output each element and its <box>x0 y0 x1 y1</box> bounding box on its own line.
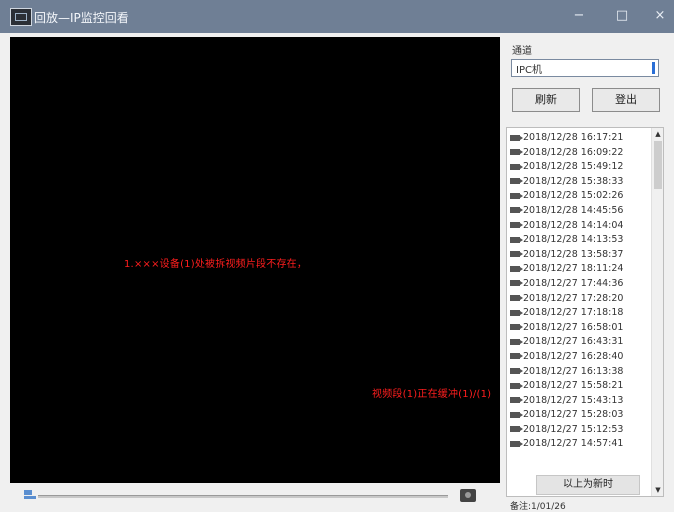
record-item[interactable]: 2018/12/28 15:02:26 <box>510 189 650 204</box>
video-record-icon <box>510 207 523 214</box>
right-panel: 通道 IPC机 刷新 登出 2018/12/28 16:17:21 2018/12… <box>506 37 666 512</box>
logout-button[interactable]: 登出 <box>592 88 660 112</box>
video-record-icon <box>510 134 523 141</box>
record-timestamp: 2018/12/28 14:14:04 <box>523 219 624 231</box>
record-timestamp: 2018/12/27 17:44:36 <box>523 277 624 289</box>
scroll-down-icon[interactable]: ▼ <box>654 486 662 494</box>
video-record-icon <box>510 411 523 418</box>
record-item[interactable]: 2018/12/27 17:44:36 <box>510 277 650 292</box>
record-timestamp: 2018/12/27 16:13:38 <box>523 365 624 377</box>
record-timestamp: 2018/12/27 15:12:53 <box>523 423 624 435</box>
load-more-button[interactable]: 以上为新时 <box>536 475 640 495</box>
record-item[interactable]: 2018/12/27 15:28:03 <box>510 408 650 423</box>
video-record-icon <box>510 178 523 185</box>
record-timestamp: 2018/12/28 15:38:33 <box>523 175 624 187</box>
record-timestamp: 2018/12/27 15:28:03 <box>523 409 624 421</box>
record-timestamp: 2018/12/28 16:09:22 <box>523 146 624 158</box>
app-icon <box>10 8 32 26</box>
record-item[interactable]: 2018/12/28 14:45:56 <box>510 204 650 219</box>
record-items: 2018/12/28 16:17:21 2018/12/28 16:09:22 20… <box>510 131 650 452</box>
record-list[interactable]: 2018/12/28 16:17:21 2018/12/28 16:09:22 20… <box>506 127 664 497</box>
camera-icon[interactable] <box>460 489 476 502</box>
record-item[interactable]: 2018/12/28 16:09:22 <box>510 146 650 161</box>
video-message-1: 1.×××设备(1)处被拆视频片段不存在， <box>124 259 308 270</box>
record-timestamp: 2018/12/27 16:43:31 <box>523 336 624 348</box>
video-record-icon <box>510 149 523 156</box>
video-record-icon <box>510 324 523 331</box>
title-bar: 回放—IP监控回看 − □ × <box>0 0 674 33</box>
channel-input[interactable]: IPC机 <box>511 59 659 77</box>
video-record-icon <box>510 280 523 287</box>
record-timestamp: 2018/12/28 13:58:37 <box>523 248 624 260</box>
minimize-button[interactable]: − <box>565 5 593 27</box>
video-record-icon <box>510 397 523 404</box>
video-record-icon <box>510 295 523 302</box>
record-item[interactable]: 2018/12/27 15:58:21 <box>510 379 650 394</box>
video-message-2: 视频段(1)正在缓冲(1)/(1) <box>372 389 492 400</box>
video-record-icon <box>510 382 523 389</box>
input-caret <box>652 62 655 74</box>
playback-bar <box>10 487 500 505</box>
video-record-icon <box>510 440 523 447</box>
record-timestamp: 2018/12/27 18:11:24 <box>523 263 624 275</box>
record-timestamp: 2018/12/27 15:58:21 <box>523 380 624 392</box>
video-record-icon <box>510 338 523 345</box>
seek-slider[interactable] <box>38 495 448 498</box>
video-record-icon <box>510 426 523 433</box>
record-item[interactable]: 2018/12/28 15:49:12 <box>510 160 650 175</box>
record-timestamp: 2018/12/28 15:02:26 <box>523 190 624 202</box>
video-record-icon <box>510 192 523 199</box>
video-record-icon <box>510 368 523 374</box>
record-timestamp: 2018/12/28 15:49:12 <box>523 161 624 173</box>
record-timestamp: 2018/12/27 16:58:01 <box>523 321 624 333</box>
record-item[interactable]: 2018/12/28 14:13:53 <box>510 233 650 248</box>
record-item[interactable]: 2018/12/27 16:13:38 <box>510 365 650 380</box>
record-item[interactable]: 2018/12/27 16:43:31 <box>510 335 650 350</box>
playhead-icon[interactable] <box>24 490 36 502</box>
record-timestamp: 2018/12/27 15:43:13 <box>523 394 624 406</box>
record-timestamp: 2018/12/27 17:18:18 <box>523 307 624 319</box>
record-item[interactable]: 2018/12/27 15:12:53 <box>510 423 650 438</box>
record-timestamp: 2018/12/27 17:28:20 <box>523 292 624 304</box>
video-record-icon <box>510 353 523 360</box>
record-timestamp: 2018/12/27 16:28:40 <box>523 350 624 362</box>
record-timestamp: 2018/12/27 14:57:41 <box>523 438 624 450</box>
record-item[interactable]: 2018/12/27 17:28:20 <box>510 292 650 307</box>
video-record-icon <box>510 309 523 316</box>
maximize-button[interactable]: □ <box>608 5 636 27</box>
record-item[interactable]: 2018/12/27 17:18:18 <box>510 306 650 321</box>
record-item[interactable]: 2018/12/27 18:11:24 <box>510 262 650 277</box>
scroll-thumb[interactable] <box>654 141 662 189</box>
record-timestamp: 2018/12/28 16:17:21 <box>523 132 624 143</box>
record-list-scrollbar[interactable]: ▲ ▼ <box>651 128 663 496</box>
video-viewport[interactable]: 1.×××设备(1)处被拆视频片段不存在， 视频段(1)正在缓冲(1)/(1) <box>10 37 500 483</box>
record-item[interactable]: 2018/12/28 13:58:37 <box>510 248 650 263</box>
video-record-icon <box>510 222 523 229</box>
refresh-button[interactable]: 刷新 <box>512 88 580 112</box>
channel-value: IPC机 <box>516 65 542 76</box>
record-timestamp: 2018/12/28 14:13:53 <box>523 234 624 246</box>
record-item[interactable]: 2018/12/28 14:14:04 <box>510 219 650 234</box>
status-text: 备注:1/01/26 <box>510 502 566 512</box>
record-item[interactable]: 2018/12/27 14:57:41 <box>510 437 650 452</box>
record-item[interactable]: 2018/12/28 15:38:33 <box>510 175 650 190</box>
video-record-icon <box>510 236 523 243</box>
video-record-icon <box>510 265 523 272</box>
record-item[interactable]: 2018/12/27 16:58:01 <box>510 321 650 336</box>
record-item[interactable]: 2018/12/27 15:43:13 <box>510 394 650 409</box>
window-title: 回放—IP监控回看 <box>34 11 129 25</box>
record-item[interactable]: 2018/12/28 16:17:21 <box>510 131 650 146</box>
video-record-icon <box>510 163 523 170</box>
record-item[interactable]: 2018/12/27 16:28:40 <box>510 350 650 365</box>
close-button[interactable]: × <box>646 5 674 27</box>
video-record-icon <box>510 251 523 258</box>
channel-label: 通道 <box>512 46 532 57</box>
record-timestamp: 2018/12/28 14:45:56 <box>523 204 624 216</box>
scroll-up-icon[interactable]: ▲ <box>654 130 662 138</box>
